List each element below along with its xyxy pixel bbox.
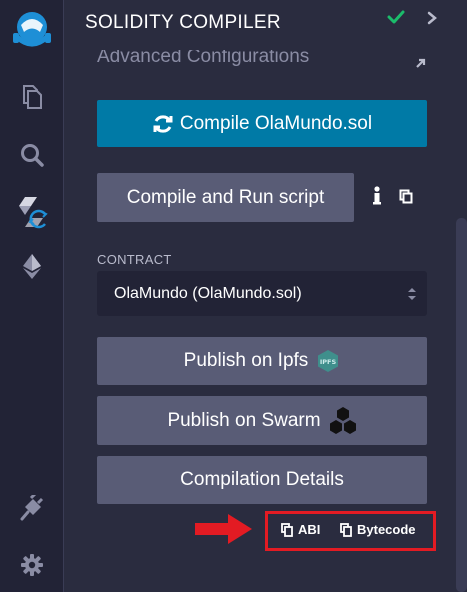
ipfs-badge-text: IPFS	[320, 358, 337, 366]
check-icon	[387, 9, 405, 30]
contract-selected-value: OlaMundo (OlaMundo.sol)	[114, 284, 302, 302]
compile-and-run-label: Compile and Run script	[126, 186, 325, 208]
copy-script-icon[interactable]	[399, 189, 413, 209]
remix-logo-icon[interactable]	[0, 6, 64, 54]
solidity-compiler-icon[interactable]	[0, 193, 64, 231]
refresh-icon	[153, 114, 173, 133]
ipfs-icon: IPFS	[318, 350, 339, 372]
publish-ipfs-label: Publish on Ipfs	[183, 350, 309, 371]
search-icon[interactable]	[0, 138, 64, 172]
icon-panel	[0, 0, 64, 592]
publish-swarm-label: Publish on Swarm	[167, 409, 321, 431]
advanced-configurations-toggle[interactable]: Advanced Configurations	[97, 50, 309, 72]
compilation-details-label: Compilation Details	[180, 469, 344, 490]
compilation-details-button[interactable]: Compilation Details	[97, 456, 427, 504]
file-explorer-icon[interactable]	[0, 80, 64, 114]
contract-label: CONTRACT	[97, 252, 172, 267]
solidity-compiler-panel: SOLIDITY COMPILER Advanced Configuration…	[65, 0, 467, 592]
compile-button[interactable]: Compile OlaMundo.sol	[97, 100, 427, 147]
expand-arrow-icon[interactable]	[415, 56, 427, 74]
scrollbar[interactable]	[456, 218, 467, 592]
red-arrow-annotation	[195, 514, 253, 549]
compile-and-run-button[interactable]: Compile and Run script	[97, 173, 354, 222]
highlight-box	[265, 511, 436, 551]
select-arrows-icon	[407, 287, 417, 306]
deploy-run-icon[interactable]	[0, 250, 64, 282]
publish-ipfs-button[interactable]: Publish on Ipfs IPFS	[97, 337, 427, 385]
info-icon[interactable]	[373, 186, 381, 211]
settings-icon[interactable]	[0, 548, 64, 582]
panel-title: SOLIDITY COMPILER	[85, 12, 281, 33]
compile-button-label: Compile OlaMundo.sol	[179, 112, 373, 134]
publish-swarm-button[interactable]: Publish on Swarm	[97, 396, 427, 445]
chevron-right-icon[interactable]	[427, 11, 437, 30]
contract-select[interactable]: OlaMundo (OlaMundo.sol)	[97, 271, 427, 316]
plugin-manager-icon[interactable]	[0, 492, 64, 526]
swarm-icon	[329, 406, 356, 434]
